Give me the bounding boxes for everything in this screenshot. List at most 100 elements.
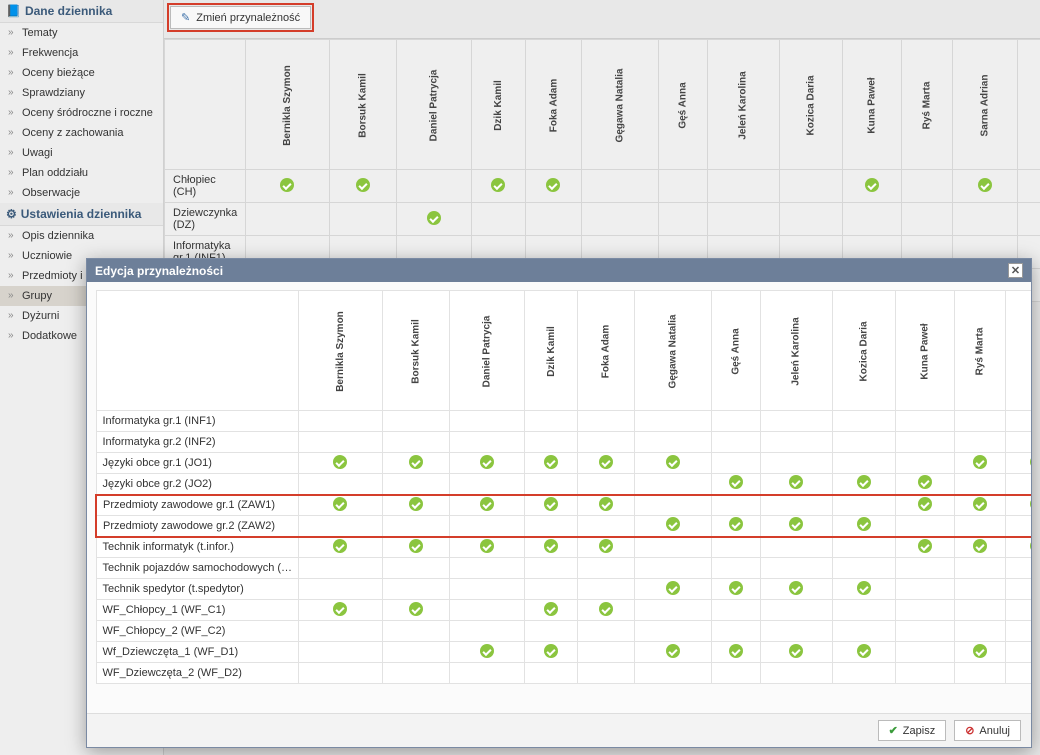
sidebar-item[interactable]: »Obserwacje — [0, 183, 163, 203]
membership-cell[interactable] — [382, 579, 449, 600]
membership-cell[interactable] — [1005, 621, 1031, 642]
membership-cell[interactable] — [382, 663, 449, 684]
membership-cell[interactable] — [954, 579, 1005, 600]
membership-cell[interactable] — [524, 558, 578, 579]
membership-cell[interactable] — [711, 516, 760, 537]
membership-cell[interactable] — [299, 642, 383, 663]
membership-cell[interactable] — [954, 558, 1005, 579]
student-col-header[interactable]: Kozica Daria — [832, 291, 895, 411]
membership-cell[interactable] — [578, 621, 635, 642]
membership-cell[interactable] — [954, 621, 1005, 642]
membership-cell[interactable] — [450, 495, 525, 516]
membership-cell[interactable] — [1005, 453, 1031, 474]
membership-cell[interactable] — [299, 558, 383, 579]
student-col-header[interactable]: Jeleń Karolina — [761, 291, 832, 411]
group-row-header[interactable]: Języki obce gr.2 (JO2) — [96, 474, 299, 495]
sidebar-item[interactable]: »Opis dziennika — [0, 226, 163, 246]
membership-cell[interactable] — [382, 474, 449, 495]
membership-cell[interactable] — [634, 411, 711, 432]
student-col-header[interactable]: Foka Adam — [578, 291, 635, 411]
group-row-header[interactable]: WF_Dziewczęta_2 (WF_D2) — [96, 663, 299, 684]
membership-cell[interactable] — [450, 537, 525, 558]
membership-cell[interactable] — [299, 621, 383, 642]
student-col-header[interactable]: Kuna Paweł — [895, 291, 954, 411]
group-row-header[interactable]: Przedmioty zawodowe gr.1 (ZAW1) — [96, 495, 299, 516]
student-col-header[interactable]: Ryś Marta — [954, 291, 1005, 411]
membership-cell[interactable] — [524, 537, 578, 558]
student-col-header[interactable]: Gęś Anna — [711, 291, 760, 411]
membership-cell[interactable] — [761, 558, 832, 579]
membership-cell[interactable] — [761, 432, 832, 453]
membership-cell[interactable] — [450, 579, 525, 600]
membership-cell[interactable] — [578, 579, 635, 600]
cancel-button[interactable]: ⊘ Anuluj — [954, 720, 1021, 741]
student-col-header[interactable]: Bernikla Szymon — [299, 291, 383, 411]
membership-cell[interactable] — [634, 474, 711, 495]
membership-cell[interactable] — [524, 474, 578, 495]
save-button[interactable]: ✔ Zapisz — [878, 720, 947, 741]
membership-cell[interactable] — [1005, 537, 1031, 558]
membership-cell[interactable] — [634, 453, 711, 474]
membership-cell[interactable] — [299, 474, 383, 495]
membership-cell[interactable] — [450, 453, 525, 474]
membership-cell[interactable] — [832, 495, 895, 516]
membership-cell[interactable] — [895, 558, 954, 579]
membership-cell[interactable] — [299, 453, 383, 474]
membership-cell[interactable] — [832, 600, 895, 621]
membership-cell[interactable] — [382, 600, 449, 621]
group-row-header[interactable]: Języki obce gr.1 (JO1) — [96, 453, 299, 474]
group-row-header[interactable]: WF_Chłopcy_2 (WF_C2) — [96, 621, 299, 642]
membership-cell[interactable] — [382, 495, 449, 516]
sidebar-item[interactable]: »Tematy — [0, 23, 163, 43]
membership-cell[interactable] — [450, 558, 525, 579]
membership-cell[interactable] — [299, 411, 383, 432]
membership-cell[interactable] — [761, 537, 832, 558]
membership-cell[interactable] — [578, 474, 635, 495]
membership-cell[interactable] — [832, 474, 895, 495]
membership-cell[interactable] — [382, 621, 449, 642]
membership-cell[interactable] — [761, 600, 832, 621]
membership-cell[interactable] — [711, 663, 760, 684]
membership-cell[interactable] — [711, 474, 760, 495]
membership-cell[interactable] — [578, 432, 635, 453]
membership-cell[interactable] — [761, 495, 832, 516]
membership-cell[interactable] — [832, 516, 895, 537]
membership-cell[interactable] — [832, 411, 895, 432]
membership-cell[interactable] — [711, 411, 760, 432]
membership-cell[interactable] — [832, 453, 895, 474]
membership-cell[interactable] — [954, 453, 1005, 474]
membership-cell[interactable] — [299, 663, 383, 684]
membership-cell[interactable] — [761, 579, 832, 600]
membership-cell[interactable] — [634, 495, 711, 516]
membership-cell[interactable] — [954, 432, 1005, 453]
membership-cell[interactable] — [711, 621, 760, 642]
student-col-header[interactable]: Borsuk Kamil — [382, 291, 449, 411]
membership-cell[interactable] — [1005, 411, 1031, 432]
group-row-header[interactable]: Technik informatyk (t.infor.) — [96, 537, 299, 558]
membership-cell[interactable] — [450, 663, 525, 684]
membership-cell[interactable] — [832, 663, 895, 684]
membership-cell[interactable] — [578, 558, 635, 579]
sidebar-item[interactable]: »Frekwencja — [0, 43, 163, 63]
membership-cell[interactable] — [1005, 495, 1031, 516]
membership-cell[interactable] — [382, 642, 449, 663]
membership-cell[interactable] — [954, 642, 1005, 663]
membership-cell[interactable] — [954, 411, 1005, 432]
membership-cell[interactable] — [832, 432, 895, 453]
membership-cell[interactable] — [761, 411, 832, 432]
membership-cell[interactable] — [578, 642, 635, 663]
membership-cell[interactable] — [382, 411, 449, 432]
group-row-header[interactable]: WF_Chłopcy_1 (WF_C1) — [96, 600, 299, 621]
membership-cell[interactable] — [711, 579, 760, 600]
membership-cell[interactable] — [524, 453, 578, 474]
membership-cell[interactable] — [711, 642, 760, 663]
membership-cell[interactable] — [1005, 432, 1031, 453]
membership-cell[interactable] — [761, 474, 832, 495]
membership-cell[interactable] — [711, 537, 760, 558]
membership-cell[interactable] — [578, 537, 635, 558]
membership-cell[interactable] — [634, 558, 711, 579]
membership-cell[interactable] — [299, 600, 383, 621]
membership-cell[interactable] — [1005, 663, 1031, 684]
membership-cell[interactable] — [634, 642, 711, 663]
membership-cell[interactable] — [299, 495, 383, 516]
